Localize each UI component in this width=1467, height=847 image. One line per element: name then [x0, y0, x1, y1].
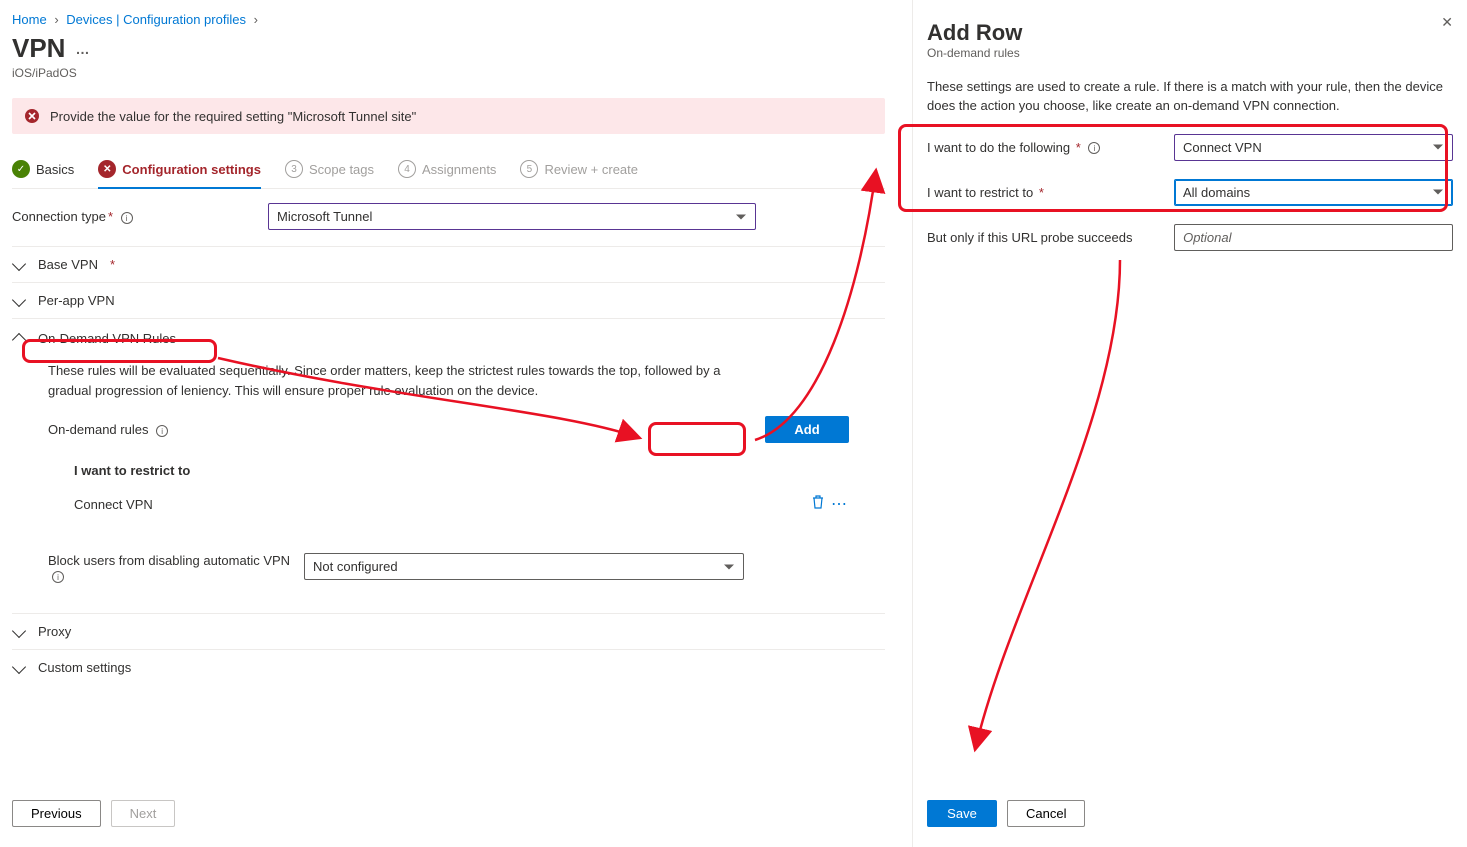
- section-base-vpn[interactable]: Base VPN*: [12, 246, 885, 282]
- section-proxy[interactable]: Proxy: [12, 613, 885, 649]
- info-icon[interactable]: i: [52, 571, 64, 583]
- breadcrumb-devices[interactable]: Devices | Configuration profiles: [66, 12, 246, 27]
- chevron-down-icon: [12, 256, 26, 270]
- wizard-steps: ✓ Basics ✕ Configuration settings 3 Scop…: [12, 156, 885, 189]
- connection-type-label: Connection type* i: [12, 209, 260, 224]
- url-probe-label: But only if this URL probe succeeds: [927, 230, 1174, 245]
- restrict-select[interactable]: All domains: [1174, 179, 1453, 206]
- chevron-up-icon: [12, 333, 26, 347]
- previous-button[interactable]: Previous: [12, 800, 101, 827]
- section-custom-settings[interactable]: Custom settings: [12, 649, 885, 685]
- rule-row-label: Connect VPN: [74, 497, 153, 512]
- breadcrumb-sep: ›: [54, 12, 58, 27]
- block-disable-label: Block users from disabling automatic VPN…: [48, 553, 296, 583]
- step-review-create: 5 Review + create: [520, 156, 638, 188]
- error-icon: ✕: [98, 160, 116, 178]
- add-rule-button[interactable]: Add: [765, 416, 849, 443]
- more-icon[interactable]: …: [75, 41, 89, 57]
- block-disable-select[interactable]: Not configured: [304, 553, 744, 580]
- info-icon[interactable]: i: [156, 425, 168, 437]
- side-panel-title: Add Row: [927, 20, 1453, 46]
- breadcrumb-sep: ›: [254, 12, 258, 27]
- step-config-settings[interactable]: ✕ Configuration settings: [98, 156, 261, 188]
- check-icon: ✓: [12, 160, 30, 178]
- on-demand-rules-label: On-demand rules i: [48, 422, 168, 437]
- breadcrumb: Home › Devices | Configuration profiles …: [12, 12, 885, 27]
- alert-validation: Provide the value for the required setti…: [12, 98, 885, 134]
- close-icon[interactable]: ✕: [1441, 14, 1453, 31]
- connection-type-select[interactable]: Microsoft Tunnel: [268, 203, 756, 230]
- step-number-icon: 4: [398, 160, 416, 178]
- cancel-button[interactable]: Cancel: [1007, 800, 1085, 827]
- step-basics[interactable]: ✓ Basics: [12, 156, 74, 188]
- on-demand-description: These rules will be evaluated sequential…: [48, 361, 748, 400]
- breadcrumb-home[interactable]: Home: [12, 12, 47, 27]
- chevron-down-icon: [12, 292, 26, 306]
- error-icon: [24, 108, 40, 124]
- page-subtitle: iOS/iPadOS: [12, 66, 885, 80]
- save-button[interactable]: Save: [927, 800, 997, 827]
- info-icon[interactable]: i: [1088, 142, 1100, 154]
- alert-text: Provide the value for the required setti…: [50, 109, 416, 124]
- rule-row[interactable]: Connect VPN ⋯: [72, 486, 849, 523]
- restrict-label: I want to restrict to *: [927, 185, 1174, 200]
- section-on-demand-rules[interactable]: On-Demand VPN Rules: [12, 318, 885, 357]
- side-panel-description: These settings are used to create a rule…: [927, 78, 1453, 116]
- trash-icon[interactable]: [811, 494, 825, 515]
- more-icon[interactable]: ⋯: [831, 494, 847, 515]
- next-button: Next: [111, 800, 176, 827]
- chevron-down-icon: [12, 659, 26, 673]
- side-panel-subtitle: On-demand rules: [927, 46, 1453, 60]
- action-select[interactable]: Connect VPN: [1174, 134, 1453, 161]
- step-number-icon: 5: [520, 160, 538, 178]
- url-probe-input[interactable]: [1174, 224, 1453, 251]
- step-assignments: 4 Assignments: [398, 156, 496, 188]
- step-number-icon: 3: [285, 160, 303, 178]
- info-icon[interactable]: i: [121, 212, 133, 224]
- rule-column-header: I want to restrict to: [72, 455, 849, 486]
- action-label: I want to do the following * i: [927, 140, 1174, 155]
- step-scope-tags: 3 Scope tags: [285, 156, 374, 188]
- page-title: VPN: [12, 33, 65, 64]
- section-per-app-vpn[interactable]: Per-app VPN: [12, 282, 885, 318]
- chevron-down-icon: [12, 623, 26, 637]
